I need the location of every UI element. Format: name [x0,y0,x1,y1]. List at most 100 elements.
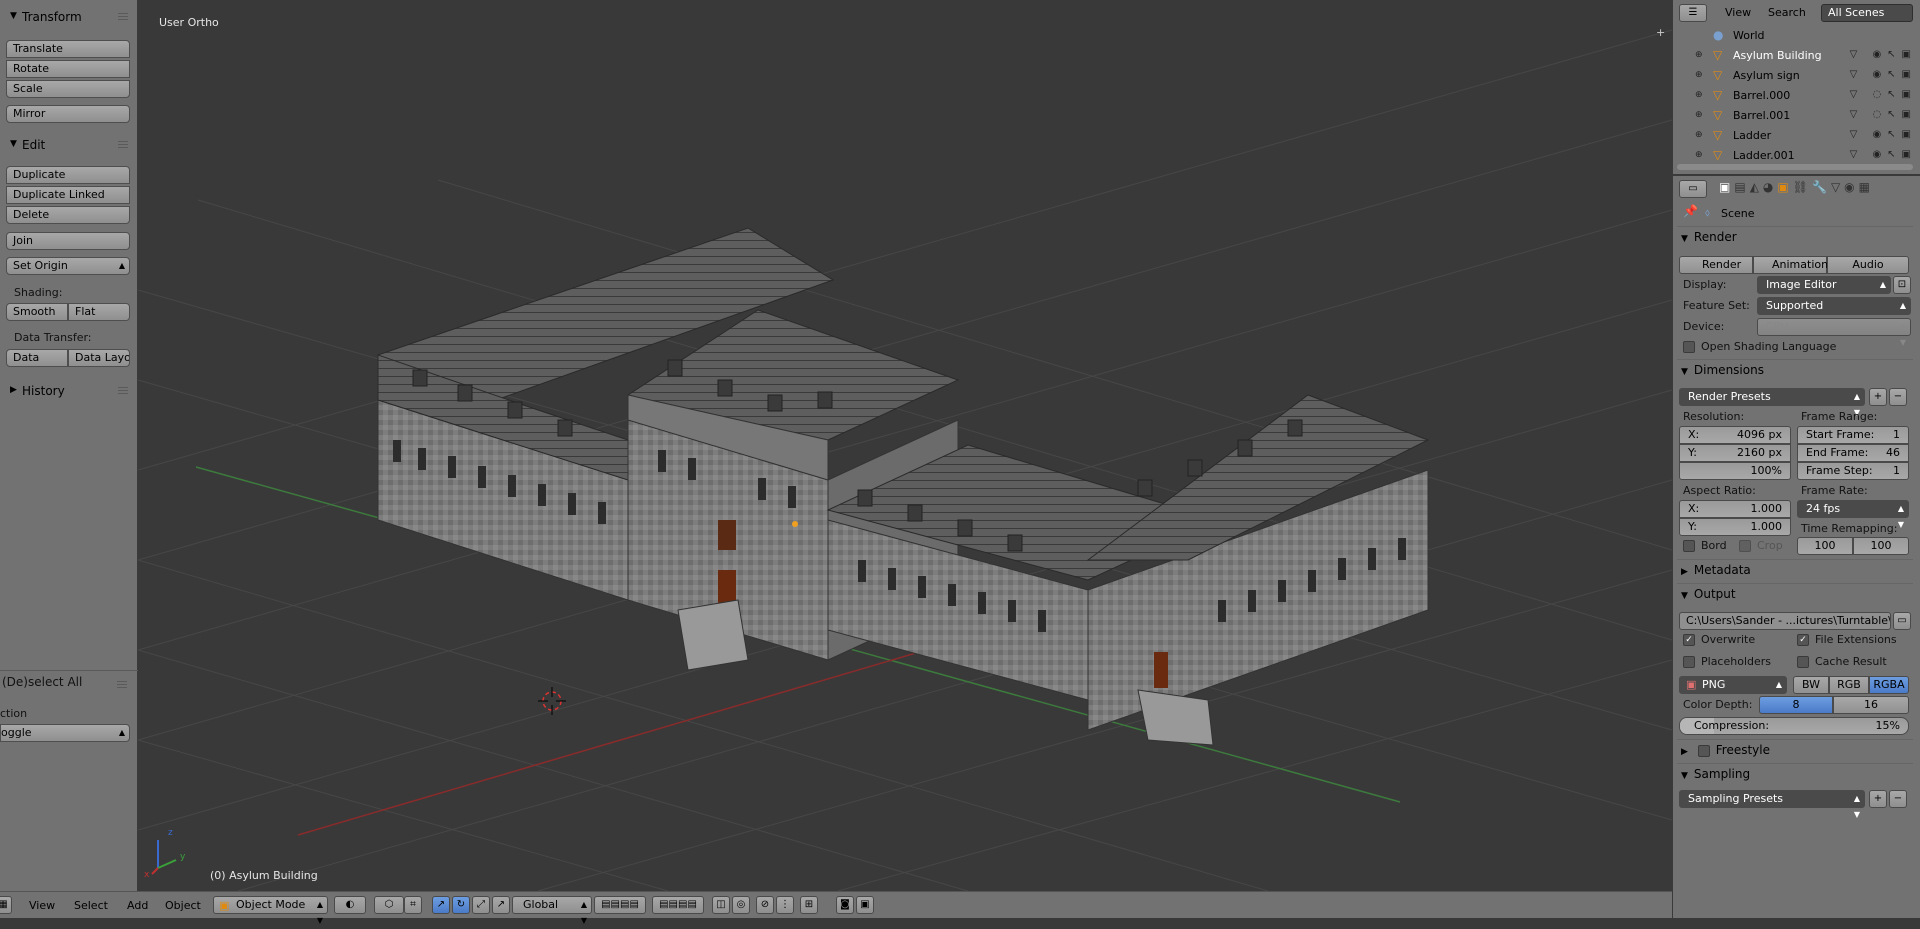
smooth-button[interactable]: Smooth [6,303,68,321]
animation-button[interactable]: Animation [1753,256,1828,274]
device-dropdown[interactable]: CPU ▲ ▼ [1757,318,1911,347]
pivot-point-icon[interactable]: ⬡ [374,896,404,914]
menu-select[interactable]: Select [74,899,108,912]
expand-icon[interactable]: ⊕ [1695,130,1703,140]
placeholders-checkbox[interactable] [1683,656,1695,668]
operator-action-dropdown[interactable]: oggle ▲▼ [0,724,130,742]
dimensions-panel-header[interactable]: ▼ Dimensions [1681,363,1764,377]
world-tab-icon[interactable]: ◕ [1763,180,1777,194]
layers-tab-icon[interactable]: ▤ [1734,180,1749,194]
edit-panel-header[interactable]: ▼ Edit [0,134,138,156]
transform-panel-header[interactable]: ▼ Transform [0,6,138,28]
viewport-plus-icon[interactable]: + [1656,26,1665,39]
modifiers-tab-icon[interactable]: 🔧 [1812,180,1831,194]
sampling-panel-header[interactable]: ▼ Sampling [1681,767,1750,781]
data-tab-icon[interactable]: ▽ [1831,180,1844,194]
join-button[interactable]: Join [6,232,130,250]
scale-manipulator-icon[interactable]: ⤢ [472,896,490,914]
resolution-x-field[interactable]: X: 4096 px [1679,426,1791,444]
opengl-anim-icon[interactable]: ▣ [856,896,874,914]
proportional-edit-icon[interactable]: ◎ [732,896,750,914]
file-format-dropdown[interactable]: PNG ▣ ▲▼ [1679,676,1787,705]
aspect-x-field[interactable]: X: 1.000 [1679,500,1791,518]
display-mode-dropdown[interactable]: All Scenes [1821,4,1913,22]
snap-target-icon[interactable]: ⊞ [800,896,818,914]
compression-slider[interactable]: Compression: 15% [1679,717,1909,735]
snap-element-icon[interactable]: ⋮ [776,896,794,914]
feature-set-dropdown[interactable]: Supported▲▼ [1757,297,1911,326]
outliner-menu-view[interactable]: View [1725,6,1751,19]
border-checkbox[interactable] [1683,540,1695,552]
duplicate-linked-button[interactable]: Duplicate Linked [6,186,130,204]
outliner-scrollbar[interactable] [1677,164,1913,170]
material-tab-icon[interactable]: ◉ [1844,180,1858,194]
manipulator-toggle-icon[interactable]: ⌗ [404,896,422,914]
outliner-item-barrel-001[interactable]: ⊕ ▽ Barrel.001 ▽ ◌↖▣ [1673,106,1920,126]
layers-grid-a[interactable]: ▤▤▤▤ [594,896,646,914]
add-preset-icon[interactable]: + [1869,790,1887,808]
constraints-tab-icon[interactable]: ⛓ [1793,180,1812,194]
add-preset-icon[interactable]: + [1869,388,1887,406]
data-layout-button[interactable]: Data Layo [68,349,130,367]
translate-manipulator-icon[interactable]: ↗ [432,896,450,914]
color-depth-16-button[interactable]: 16 [1833,696,1909,714]
menu-add[interactable]: Add [127,899,148,912]
object-tab-icon[interactable]: ▣ [1777,180,1792,194]
sampling-presets-dropdown[interactable]: Sampling Presets ▲ ▼ [1679,790,1865,819]
start-frame-field[interactable]: Start Frame: 1 [1797,426,1909,444]
layers-grid-b[interactable]: ▤▤▤▤ [652,896,704,914]
outliner-item-asylum-building[interactable]: ⊕ ▽ Asylum Building ▽ ◉↖▣ [1673,46,1920,66]
data-button[interactable]: Data [6,349,68,367]
outliner-item-asylum-sign[interactable]: ⊕ ▽ Asylum sign ▽ ◉↖▣ [1673,66,1920,86]
cache-result-checkbox[interactable] [1797,656,1809,668]
display-dropdown[interactable]: Image Editor▲▼ [1757,276,1891,305]
file-browser-icon[interactable]: ▭ [1893,612,1911,630]
render-tab-icon[interactable]: ▣ [1719,180,1734,194]
frame-rate-dropdown[interactable]: 24 fps ▲ ▼ [1797,500,1909,529]
snap-toggle-icon[interactable]: ⊘ [756,896,774,914]
3d-viewport[interactable]: User Ortho (0) Asylum Building z y x + [138,0,1672,891]
expand-icon[interactable]: ⊕ [1695,90,1703,100]
history-panel-header[interactable]: ▶ History [0,380,138,402]
frame-step-field[interactable]: Frame Step: 1 [1797,462,1909,480]
remove-preset-icon[interactable]: − [1889,790,1907,808]
metadata-panel-header[interactable]: ▶ Metadata [1681,563,1751,577]
output-path-field[interactable]: C:\Users\Sander - ...ictures\Turntable\ [1679,612,1891,630]
scene-tab-icon[interactable]: ◭ [1750,180,1763,194]
editor-type-icon[interactable]: ☰ [1679,4,1707,22]
expand-icon[interactable]: ⊕ [1695,150,1703,160]
menu-object[interactable]: Object [165,899,201,912]
output-panel-header[interactable]: ▼ Output [1681,587,1736,601]
outliner-item-ladder-001[interactable]: ⊕ ▽ Ladder.001 ▽ ◉↖▣ [1673,146,1920,166]
expand-icon[interactable]: ⊕ [1695,70,1703,80]
resolution-percentage-field[interactable]: 100% [1679,462,1791,480]
remap-new-field[interactable]: 100 [1853,537,1909,555]
editor-type-icon[interactable]: ▭ [1679,180,1707,198]
drag-grip-icon[interactable] [117,680,127,688]
lock-interface-icon[interactable]: ⊡ [1893,276,1911,294]
color-rgb-button[interactable]: RGB [1829,676,1869,694]
mode-dropdown[interactable]: ▣ Object Mode ▲ ▼ [213,896,328,925]
visibility-icons[interactable]: ▽ ◉↖▣ [1850,129,1917,140]
visibility-icons[interactable]: ▽ ◉↖▣ [1850,49,1917,60]
menu-view[interactable]: View [29,899,55,912]
expand-icon[interactable]: ⊕ [1695,110,1703,120]
render-button[interactable]: Render [1679,256,1753,274]
scale-button[interactable]: Scale [6,80,130,98]
color-rgba-button[interactable]: RGBA [1869,676,1909,694]
resolution-y-field[interactable]: Y: 2160 px [1679,444,1791,462]
opengl-render-icon[interactable]: ◙ [836,896,854,914]
mirror-button[interactable]: Mirror [6,105,130,123]
delete-button[interactable]: Delete [6,206,130,224]
overwrite-checkbox[interactable]: ✓ [1683,634,1695,646]
properties-context-tabs[interactable]: ▣▤◭◕▣⛓🔧▽◉▦ [1719,180,1874,194]
editor-type-icon[interactable]: ▦ [0,896,12,914]
visibility-icons[interactable]: ▽ ◉↖▣ [1850,69,1917,80]
translate-button[interactable]: Translate [6,40,130,58]
remove-preset-icon[interactable]: − [1889,388,1907,406]
texture-tab-icon[interactable]: ▦ [1859,180,1874,194]
layer-lock-icon[interactable]: ◫ [712,896,730,914]
freestyle-panel-header[interactable]: ▶ Freestyle [1681,743,1770,757]
outliner-item-world[interactable]: ● World [1673,26,1920,46]
render-presets-dropdown[interactable]: Render Presets ▲ ▼ [1679,388,1865,417]
